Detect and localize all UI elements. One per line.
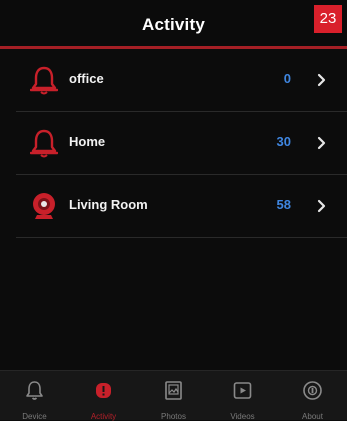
list-item-count: 0 xyxy=(283,71,291,86)
tab-photos[interactable]: Photos xyxy=(139,371,208,421)
page-title: Activity xyxy=(141,15,205,34)
tab-about[interactable]: About xyxy=(278,371,347,421)
divider xyxy=(16,237,347,238)
tab-activity[interactable]: Activity xyxy=(69,371,138,421)
bell-icon xyxy=(24,380,45,401)
list-item-count: 30 xyxy=(276,134,291,149)
tab-device[interactable]: Device xyxy=(0,371,69,421)
tab-label: Photos xyxy=(161,412,186,421)
chevron-right-icon xyxy=(317,73,327,87)
list-item-label: Living Room xyxy=(69,197,148,212)
tab-label: Activity xyxy=(90,412,117,421)
list-item-office[interactable]: office 0 xyxy=(0,49,347,111)
list-item-label: Home xyxy=(69,134,106,149)
list-item-living-room[interactable]: Living Room 58 xyxy=(0,175,347,237)
list-item-count: 58 xyxy=(276,197,291,212)
about-icon xyxy=(302,380,323,401)
list-item-home[interactable]: Home 30 xyxy=(0,112,347,174)
list-item-label: office xyxy=(69,71,104,86)
activity-icon xyxy=(93,380,114,401)
chevron-right-icon xyxy=(317,199,327,213)
tab-label: Device xyxy=(22,412,47,421)
tab-label: About xyxy=(302,412,323,421)
bell-icon xyxy=(29,128,59,158)
bottom-tab-bar: Device Activity Photos Videos About xyxy=(0,370,347,421)
tab-label: Videos xyxy=(230,412,255,421)
header-bar: Activity 23 xyxy=(0,0,347,46)
tab-videos[interactable]: Videos xyxy=(208,371,277,421)
camera-icon xyxy=(30,191,58,221)
header-badge: 23 xyxy=(314,5,342,33)
bell-icon xyxy=(29,65,59,95)
photo-icon xyxy=(163,380,184,401)
chevron-right-icon xyxy=(317,136,327,150)
video-icon xyxy=(232,380,253,401)
